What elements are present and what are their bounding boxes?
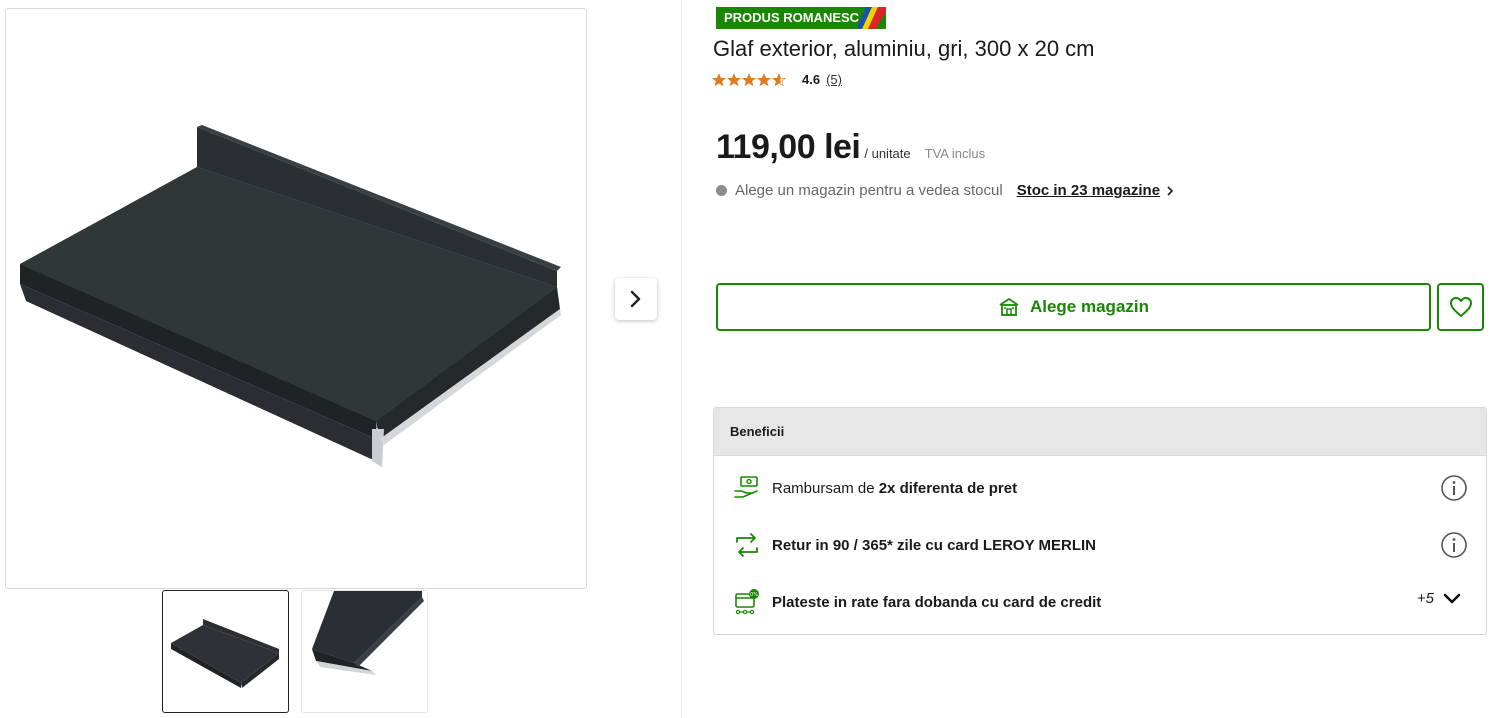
rating-stars bbox=[712, 72, 786, 87]
choose-store-label: Alege magazin bbox=[1029, 297, 1150, 316]
chevron-right-icon bbox=[630, 290, 641, 308]
favorite-button[interactable] bbox=[1437, 283, 1484, 331]
badge-label: PRODUS ROMANESC bbox=[724, 10, 860, 25]
product-image-illustration bbox=[20, 125, 561, 467]
return-arrows-icon bbox=[732, 530, 762, 560]
thumbnail-1[interactable] bbox=[162, 590, 289, 713]
stock-link-label: Stoc in 23 magazine bbox=[1016, 182, 1161, 199]
stock-stores-link[interactable]: Stoc in 23 magazine bbox=[1017, 182, 1175, 199]
product-rating: 4.6 (5) bbox=[712, 72, 842, 87]
product-title: Glaf exterior, aluminiu, gri, 300 x 20 c… bbox=[713, 36, 1095, 61]
benefit-bold: Plateste in rate fara dobanda cu card de… bbox=[772, 593, 1102, 611]
rating-count-link[interactable]: (5) bbox=[826, 72, 842, 87]
stock-row: Alege un magazin pentru a vedea stocul S… bbox=[716, 182, 1175, 199]
price-unit: / unitate bbox=[864, 146, 911, 161]
star-rating-icon bbox=[712, 72, 786, 86]
stock-status-dot bbox=[716, 185, 727, 196]
more-benefits-toggle[interactable]: +5 bbox=[1417, 590, 1462, 607]
benefit-price-refund: Rambursam de 2x diferenta de pret bbox=[714, 468, 1486, 508]
benefit-prefix: Rambursam de bbox=[772, 479, 879, 497]
info-icon[interactable] bbox=[1440, 474, 1468, 506]
heart-icon bbox=[1449, 297, 1472, 317]
credit-card-percent-icon: 0% bbox=[732, 587, 762, 617]
choose-store-button[interactable]: Alege magazin bbox=[716, 283, 1431, 331]
romanian-product-badge: PRODUS ROMANESC bbox=[716, 7, 886, 29]
stock-message: Alege un magazin pentru a vedea stocul bbox=[735, 182, 1003, 199]
benefits-header: Beneficii bbox=[714, 408, 1486, 456]
main-product-image[interactable] bbox=[5, 8, 587, 589]
benefits-panel: Beneficii Rambursam de 2x diferenta de p… bbox=[713, 407, 1487, 635]
chevron-right-icon bbox=[1167, 185, 1174, 196]
tva-note: TVA inclus bbox=[924, 146, 986, 161]
chevron-down-icon bbox=[1443, 593, 1461, 603]
product-price: 119,00 lei bbox=[716, 128, 861, 166]
next-image-button[interactable] bbox=[615, 278, 657, 320]
benefit-bold: Retur in 90 / 365* zile cu card LEROY ME… bbox=[772, 536, 1096, 554]
benefit-bold: 2x diferenta de pret bbox=[878, 479, 1018, 497]
more-count: +5 bbox=[1416, 590, 1434, 607]
benefit-text: Retur in 90 / 365* zile cu card LEROY ME… bbox=[772, 537, 1096, 554]
svg-text:0%: 0% bbox=[750, 592, 758, 598]
store-icon bbox=[998, 297, 1020, 317]
benefit-return: Retur in 90 / 365* zile cu card LEROY ME… bbox=[714, 525, 1486, 565]
info-icon[interactable] bbox=[1440, 531, 1468, 563]
column-divider bbox=[681, 0, 682, 718]
benefit-text: Plateste in rate fara dobanda cu card de… bbox=[772, 594, 1101, 611]
money-hand-icon bbox=[732, 473, 762, 503]
thumbnail-2-image bbox=[312, 591, 424, 675]
rating-value: 4.6 bbox=[802, 72, 821, 87]
benefit-text: Rambursam de 2x diferenta de pret bbox=[772, 480, 1017, 497]
benefit-installments: 0% Plateste in rate fara dobanda cu card… bbox=[714, 582, 1486, 622]
price-row: 119,00 lei / unitate TVA inclus bbox=[716, 128, 985, 167]
thumbnail-2[interactable] bbox=[301, 590, 428, 713]
flag-stripes-icon bbox=[858, 7, 886, 29]
thumbnail-1-image bbox=[171, 619, 279, 688]
